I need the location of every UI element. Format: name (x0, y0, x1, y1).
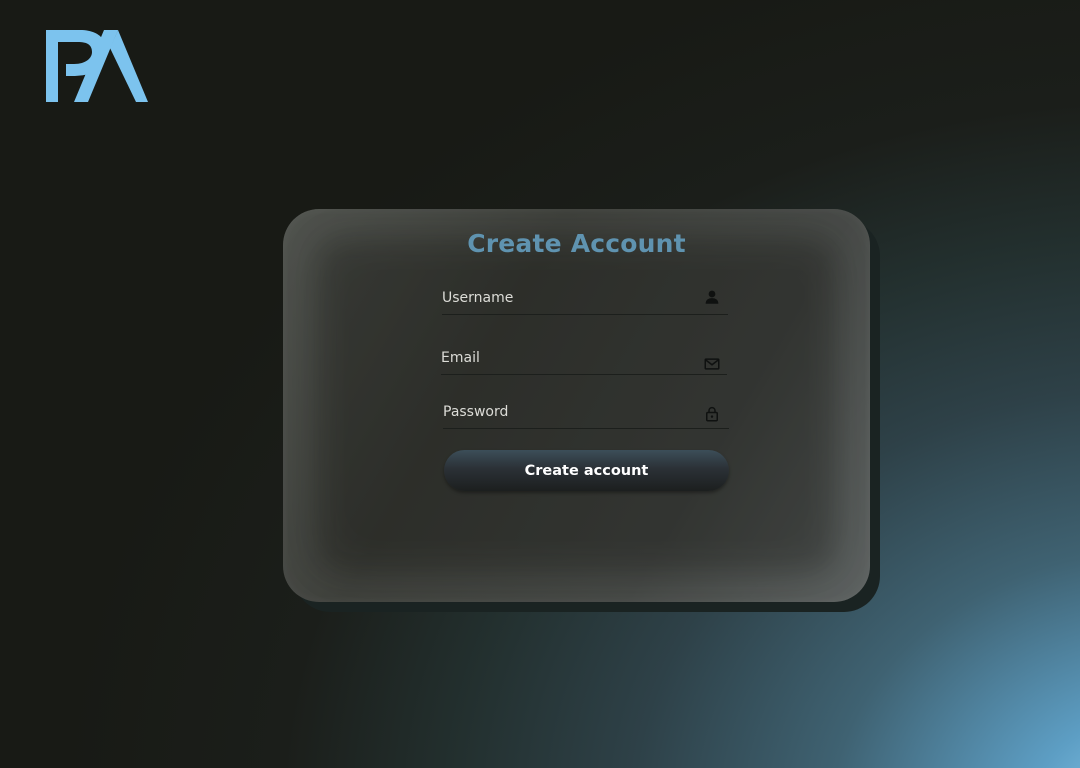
brand-logo (46, 30, 148, 102)
password-input[interactable] (443, 400, 693, 424)
mail-icon (704, 358, 720, 370)
create-account-button[interactable]: Create account (444, 450, 729, 491)
email-input[interactable] (441, 346, 691, 370)
password-field (443, 400, 729, 429)
user-icon (705, 290, 719, 304)
email-field (441, 346, 727, 375)
create-account-card: Create Account Create account (283, 209, 870, 602)
username-input[interactable] (442, 286, 692, 310)
form-title: Create Account (467, 229, 686, 258)
username-field (442, 286, 728, 315)
lock-icon (706, 406, 718, 422)
